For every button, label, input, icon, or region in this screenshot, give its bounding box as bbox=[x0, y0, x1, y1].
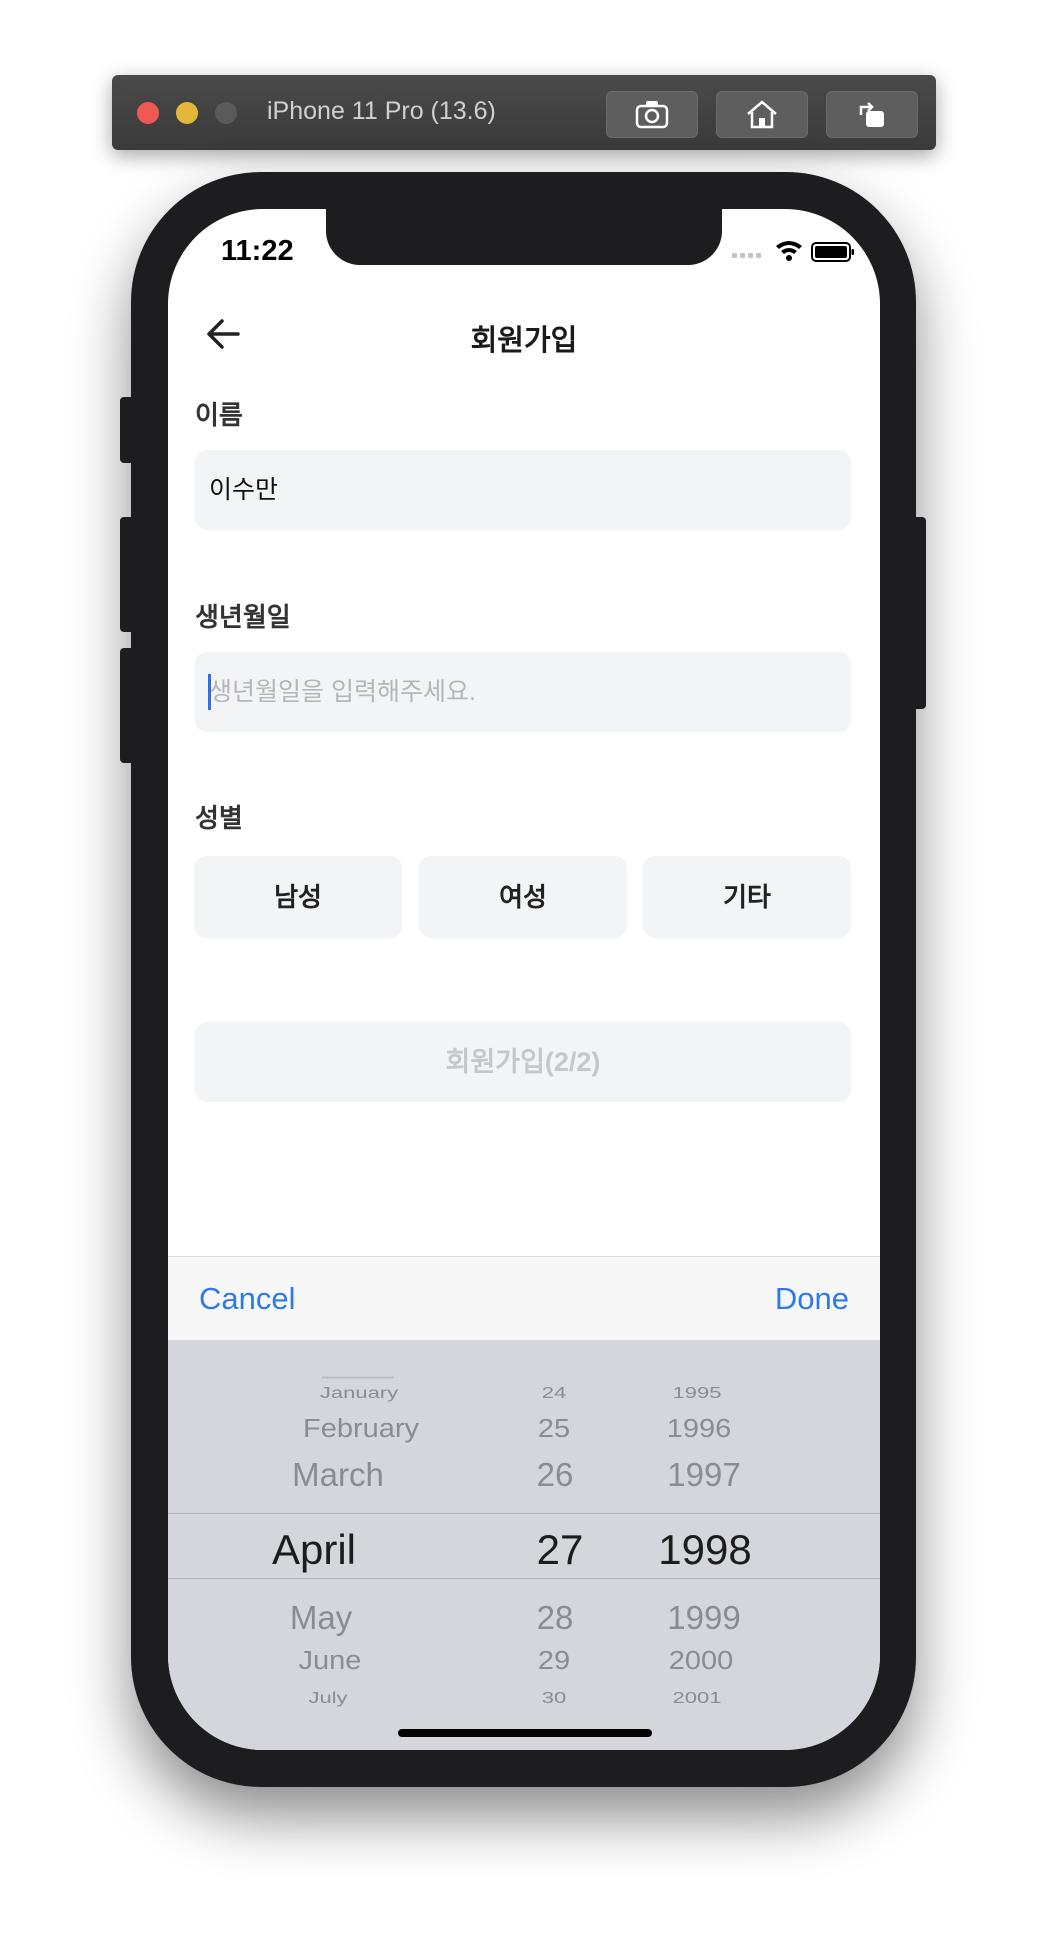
picker-month-item[interactable]: June bbox=[299, 1647, 362, 1676]
gender-male-button[interactable]: 남성 bbox=[194, 856, 402, 938]
picker-year-item[interactable]: 2000 bbox=[669, 1647, 734, 1676]
picker-month-item[interactable]: February bbox=[303, 1415, 419, 1444]
rotate-icon bbox=[859, 102, 884, 127]
picker-year-item[interactable]: 1999 bbox=[667, 1599, 740, 1637]
picker-year-item[interactable]: 1996 bbox=[667, 1415, 732, 1444]
volume-up-button bbox=[120, 517, 134, 632]
screenshot-icon bbox=[635, 101, 669, 129]
gender-other-button[interactable]: 기타 bbox=[643, 856, 851, 938]
home-indicator[interactable] bbox=[398, 1729, 652, 1737]
status-icons bbox=[732, 241, 854, 262]
picker-month-selected[interactable]: April bbox=[272, 1526, 356, 1574]
rotate-button[interactable] bbox=[826, 91, 918, 138]
signup-submit-button[interactable]: 회원가입(2/2) bbox=[195, 1022, 851, 1102]
status-time: 11:22 bbox=[221, 235, 294, 267]
picker-selection-top bbox=[168, 1513, 880, 1514]
picker-day-item[interactable]: 28 bbox=[537, 1599, 574, 1637]
gender-label: 성별 bbox=[195, 803, 243, 833]
birth-label: 생년월일 bbox=[195, 602, 291, 632]
picker-year-item[interactable]: 2001 bbox=[673, 1689, 722, 1708]
picker-selection-bottom bbox=[168, 1578, 880, 1579]
picker-year-item[interactable]: 1997 bbox=[667, 1456, 740, 1494]
zoom-window-button[interactable] bbox=[215, 102, 237, 124]
wifi-icon bbox=[776, 241, 802, 261]
page-title: 회원가입 bbox=[470, 325, 578, 357]
picker-day-item[interactable]: 24 bbox=[542, 1384, 566, 1403]
name-value: 이수만 bbox=[209, 476, 279, 504]
screenshot-button[interactable] bbox=[606, 91, 698, 138]
volume-down-button bbox=[120, 648, 134, 763]
minimize-window-button[interactable] bbox=[176, 102, 198, 124]
picker-year-item[interactable]: 1995 bbox=[673, 1384, 722, 1403]
cellular-signal-icon bbox=[732, 253, 761, 258]
phone-screen: 11:22 회원가입 이름 이수만 생년월일 생년월일을 입력해주세요. 성별 … bbox=[168, 209, 880, 1750]
picker-day-item[interactable]: 26 bbox=[537, 1456, 574, 1494]
picker-year-selected[interactable]: 1998 bbox=[658, 1526, 751, 1574]
picker-month-item[interactable]: March bbox=[292, 1456, 384, 1494]
picker-month-item[interactable]: January bbox=[320, 1384, 398, 1403]
gender-female-button[interactable]: 여성 bbox=[419, 856, 627, 938]
battery-icon bbox=[811, 242, 854, 262]
picker-day-item[interactable]: 25 bbox=[538, 1415, 570, 1444]
birthdate-field[interactable]: 생년월일을 입력해주세요. bbox=[195, 652, 851, 732]
picker-day-item[interactable]: 29 bbox=[538, 1647, 570, 1676]
birthdate-placeholder: 생년월일을 입력해주세요. bbox=[209, 678, 476, 706]
home-button[interactable] bbox=[716, 91, 808, 138]
notch bbox=[326, 209, 722, 265]
power-button bbox=[912, 517, 926, 709]
close-window-button[interactable] bbox=[137, 102, 159, 124]
name-label: 이름 bbox=[195, 400, 243, 430]
picker-day-selected[interactable]: 27 bbox=[537, 1526, 584, 1574]
cancel-button[interactable]: Cancel bbox=[199, 1281, 296, 1317]
picker-toolbar: Cancel Done bbox=[168, 1256, 880, 1341]
simulator-title: iPhone 11 Pro (13.6) bbox=[267, 97, 496, 125]
done-button[interactable]: Done bbox=[775, 1281, 849, 1317]
simulator-title-bar: iPhone 11 Pro (13.6) bbox=[112, 75, 936, 150]
date-picker[interactable]: ▬▬▬▬ January February March April May Ju… bbox=[168, 1340, 880, 1750]
name-field[interactable]: 이수만 bbox=[195, 450, 851, 530]
text-caret bbox=[208, 674, 211, 710]
picker-day-item[interactable]: 30 bbox=[542, 1689, 566, 1708]
picker-edge-item: ▬▬▬▬ bbox=[322, 1372, 394, 1380]
home-icon bbox=[747, 100, 777, 129]
picker-month-item[interactable]: May bbox=[290, 1599, 352, 1637]
ring-switch bbox=[120, 397, 134, 463]
picker-month-item[interactable]: July bbox=[308, 1689, 347, 1708]
